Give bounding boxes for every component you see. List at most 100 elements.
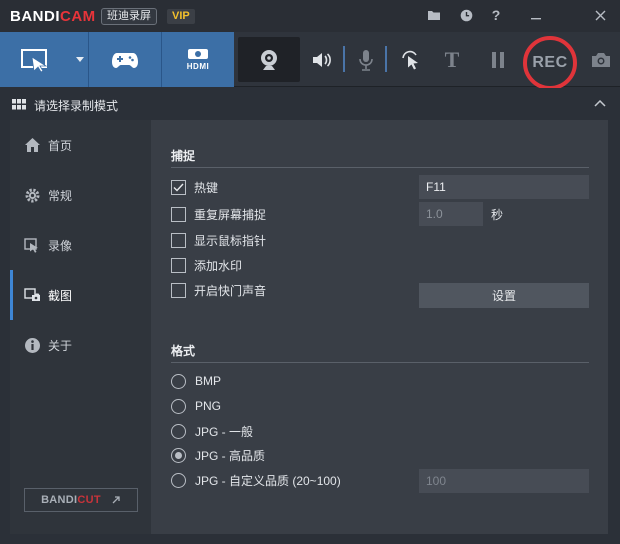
format-option-jpg-normal[interactable]: JPG - 一般 (171, 423, 253, 439)
pause-button[interactable] (484, 32, 512, 87)
speaker-button[interactable] (308, 32, 336, 87)
folder-icon[interactable] (424, 5, 444, 25)
external-link-icon (112, 496, 120, 504)
sidebar-item-label: 关于 (48, 338, 73, 353)
format-radio[interactable] (171, 423, 186, 439)
webcam-button[interactable] (238, 32, 300, 87)
hdmi-device-icon (188, 49, 208, 59)
hdmi-mode-button[interactable]: HDMI (162, 32, 234, 87)
checkmark-icon (173, 183, 184, 192)
section-divider (171, 362, 589, 363)
brand-part-b: CAM (60, 8, 96, 25)
record-button[interactable]: REC (523, 36, 577, 90)
format-radio[interactable] (171, 472, 186, 488)
watermark-settings-button[interactable]: 设置 (419, 283, 589, 308)
cursor-click-icon (402, 50, 418, 69)
show-cursor-row[interactable]: 显示鼠标指针 (171, 232, 266, 248)
screen-area-icon (20, 48, 47, 72)
sidebar-item-label: 首页 (48, 138, 73, 153)
section-divider (171, 167, 589, 168)
video-icon (23, 236, 41, 254)
settings-panel: 捕捉 热键 F11 重复屏幕捕捉 1.0 秒 显示鼠标指针 添加水印 开启快门声… (151, 120, 608, 534)
screen-area-mode-button[interactable] (0, 32, 71, 87)
screenshot-button[interactable] (588, 32, 614, 87)
minimize-icon[interactable] (526, 5, 546, 25)
format-option-label: JPG - 一般 (195, 424, 254, 439)
radio-dot (175, 451, 182, 459)
speaker-level-bar (343, 46, 345, 72)
sidebar-item-home[interactable]: 首页 (10, 125, 151, 165)
webcam-icon (261, 49, 277, 70)
custom-quality-field[interactable]: 100 (419, 469, 589, 493)
mode-select-title: 请选择录制模式 (34, 99, 119, 113)
hotkey-field[interactable]: F11 (419, 175, 589, 199)
hotkey-checkbox-row[interactable]: 热键 (171, 179, 218, 195)
repeat-unit-label: 秒 (491, 208, 504, 222)
clock-icon[interactable] (456, 5, 476, 25)
format-option-jpg-high[interactable]: JPG - 高品质 (171, 447, 265, 463)
repeat-capture-row[interactable]: 重复屏幕捕捉 (171, 206, 266, 222)
title-bar: BANDICAM 班迪录屏 VIP ? (0, 0, 620, 32)
show-cursor-label: 显示鼠标指针 (194, 233, 267, 248)
text-overlay-button[interactable]: T (438, 32, 466, 87)
watermark-row[interactable]: 添加水印 (171, 257, 242, 273)
microphone-button[interactable] (352, 32, 380, 87)
format-option-label: PNG (195, 399, 222, 413)
chevron-up-icon[interactable] (594, 100, 606, 107)
sidebar-item-video[interactable]: 录像 (10, 225, 151, 265)
toolbar: HDMI T REC (0, 32, 620, 90)
bandicut-part-a: BANDI (41, 494, 78, 506)
camera-icon (592, 52, 610, 67)
show-cursor-checkbox[interactable] (171, 232, 186, 248)
chevron-down-icon (76, 57, 84, 62)
repeat-capture-label: 重复屏幕捕捉 (194, 207, 267, 222)
format-radio-selected[interactable] (171, 447, 186, 463)
sidebar-item-about[interactable]: 关于 (10, 325, 151, 365)
brand-part-a: BANDI (10, 8, 60, 25)
repeat-interval-field[interactable]: 1.0 (419, 202, 483, 226)
shutter-sound-label: 开启快门声音 (194, 283, 267, 298)
hotkey-checkbox[interactable] (171, 179, 186, 195)
home-icon (23, 136, 41, 154)
watermark-checkbox[interactable] (171, 257, 186, 273)
sidebar-item-screenshot[interactable]: 截图 (10, 275, 151, 315)
bandicut-link-button[interactable]: BANDI CUT (24, 488, 138, 512)
cursor-effect-button[interactable] (396, 32, 424, 87)
sidebar-item-label: 录像 (48, 238, 73, 253)
repeat-capture-checkbox[interactable] (171, 206, 186, 222)
close-icon[interactable] (590, 5, 610, 25)
format-radio[interactable] (171, 373, 186, 389)
gear-icon (23, 186, 41, 204)
hdmi-label: HDMI (186, 62, 210, 71)
vip-badge[interactable]: VIP (167, 9, 195, 24)
mode-select-bar[interactable]: 请选择录制模式 (0, 88, 620, 120)
grid-icon (12, 99, 26, 110)
format-option-label: JPG - 高品质 (195, 448, 266, 463)
game-mode-button[interactable] (89, 32, 161, 87)
sidebar-item-label: 截图 (48, 288, 73, 303)
sidebar-item-general[interactable]: 常规 (10, 175, 151, 215)
app-logo: BANDICAM (10, 8, 96, 25)
screenshot-icon (23, 286, 41, 304)
mic-level-bar (385, 46, 387, 72)
watermark-label: 添加水印 (194, 258, 243, 273)
capture-section-title: 捕捉 (171, 149, 196, 163)
format-option-bmp[interactable]: BMP (171, 373, 221, 389)
rec-label: REC (532, 54, 568, 71)
format-option-label: JPG - 自定义品质 (20~100) (195, 473, 341, 488)
sidebar: 首页 常规 录像 截图 关于 BANDI CUT (10, 120, 151, 534)
format-radio[interactable] (171, 398, 186, 414)
microphone-icon (359, 49, 373, 71)
format-option-png[interactable]: PNG (171, 398, 221, 414)
text-icon: T (444, 46, 460, 72)
shutter-sound-checkbox[interactable] (171, 282, 186, 298)
format-option-jpg-custom[interactable]: JPG - 自定义品质 (20~100) (171, 472, 341, 488)
pause-icon (492, 51, 504, 68)
hotkey-label: 热键 (194, 180, 219, 195)
bandicut-part-b: CUT (77, 494, 101, 506)
info-icon (23, 336, 41, 354)
help-icon[interactable]: ? (486, 5, 506, 25)
format-option-label: BMP (195, 374, 222, 388)
mode-dropdown-button[interactable] (71, 32, 89, 87)
shutter-sound-row[interactable]: 开启快门声音 (171, 282, 266, 298)
